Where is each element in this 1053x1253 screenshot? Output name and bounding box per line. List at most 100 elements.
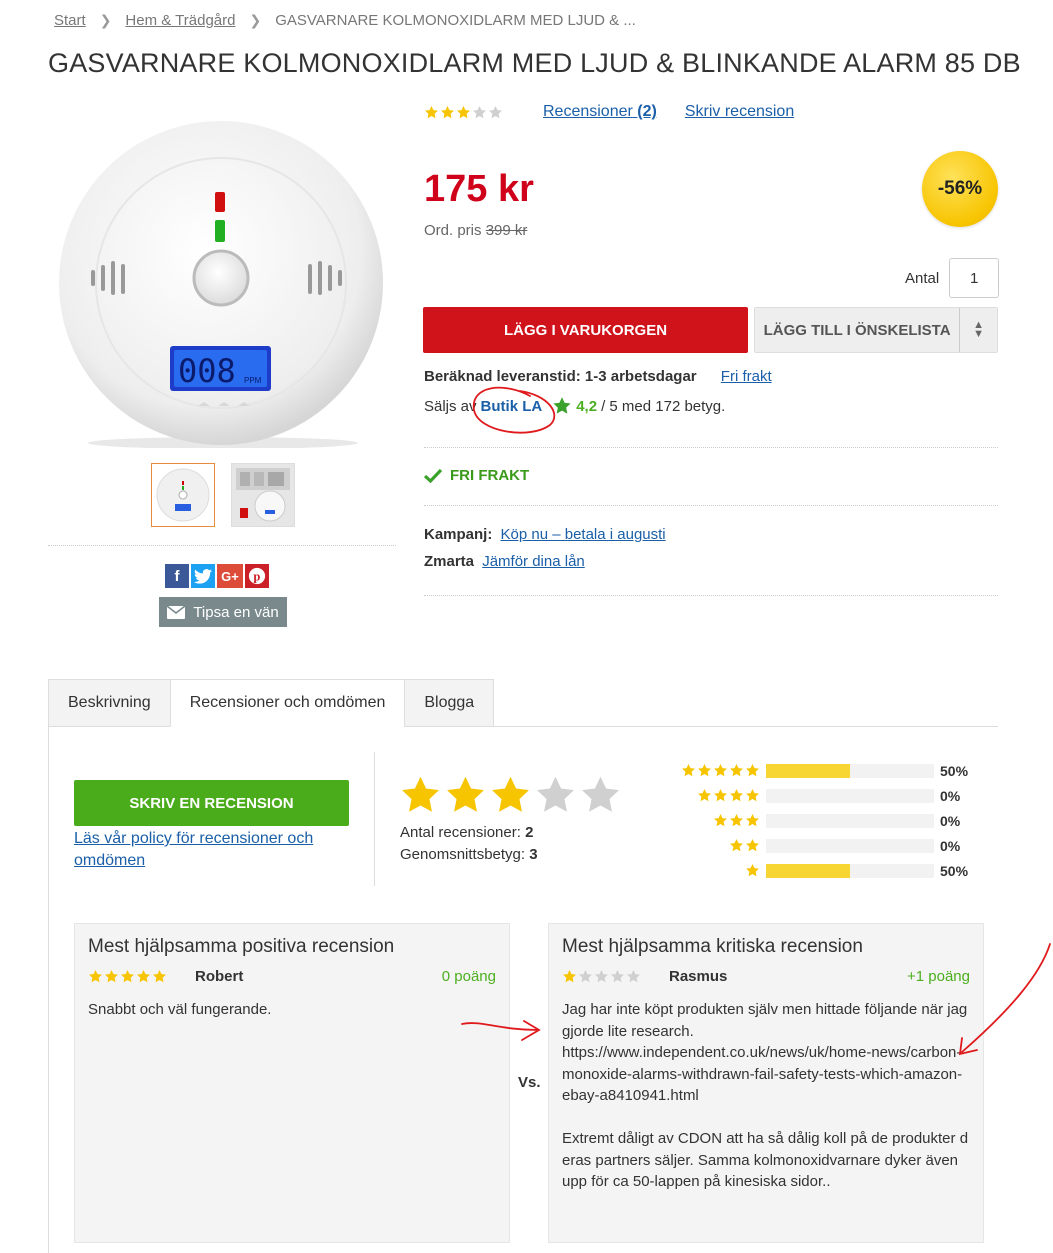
checkmark-icon — [424, 468, 442, 483]
critical-review-stars — [562, 969, 641, 984]
product-rating-stars — [424, 105, 503, 120]
chevron-right-icon: ❯ — [249, 12, 262, 28]
distribution-row-1: 50% — [640, 858, 980, 883]
star-icon — [714, 813, 727, 827]
distribution-bar-fill — [766, 763, 850, 778]
review-points: 0 poäng — [441, 968, 496, 985]
critical-review-card: Mest hjälpsamma kritiska recension Rasmu… — [548, 923, 984, 1243]
original-price: Ord. pris 399 kr — [424, 222, 528, 239]
star-icon — [137, 969, 150, 983]
write-review-link[interactable]: Skriv recension — [685, 103, 794, 121]
campaign-link[interactable]: Köp nu – betala i augusti — [501, 526, 666, 543]
wishlist-label: LÄGG TILL I ÖNSKELISTA — [763, 321, 951, 339]
breadcrumb-current: GASVARNARE KOLMONOXIDLARM MED LJUD & ... — [275, 12, 636, 29]
thumbnail-2[interactable] — [231, 463, 295, 527]
star-icon — [746, 763, 759, 777]
review-text: Jag har inte köpt produkten själv men hi… — [562, 1001, 969, 1190]
distribution-percent: 0% — [940, 787, 961, 804]
star-icon — [746, 863, 759, 877]
star-icon — [492, 776, 529, 812]
review-policy-link[interactable]: Läs vår policy för recensioner och omdöm… — [74, 828, 334, 872]
review-author: Rasmus — [669, 968, 728, 985]
review-text: Snabbt och väl fungerande. — [88, 1001, 272, 1018]
distribution-bar — [766, 838, 934, 853]
star-icon — [89, 969, 102, 983]
star-icon — [489, 105, 502, 118]
distribution-stars — [640, 863, 766, 878]
star-icon — [582, 776, 619, 812]
social-share: f G+ p — [165, 564, 269, 588]
distribution-percent: 0% — [940, 837, 961, 854]
pinterest-icon[interactable]: p — [245, 564, 269, 588]
rating-distribution: 50% 0% 0% 0% 50% — [640, 758, 980, 883]
breadcrumb: Start ❯ Hem & Trädgård ❯ GASVARNARE KOLM… — [54, 12, 636, 29]
distribution-stars — [640, 788, 766, 803]
add-to-cart-button[interactable]: LÄGG I VARUKORGEN — [423, 307, 748, 353]
star-icon — [563, 969, 576, 983]
review-author: Robert — [195, 968, 244, 985]
googleplus-icon[interactable]: G+ — [217, 564, 243, 588]
critical-review-heading: Mest hjälpsamma kritiska recension — [562, 936, 863, 957]
delivery-info: Beräknad leveranstid: 1-3 arbetsdagar Fr… — [424, 368, 772, 385]
star-icon — [714, 788, 727, 802]
distribution-row-5: 50% — [640, 758, 980, 783]
distribution-stars — [640, 838, 766, 853]
star-icon — [746, 813, 759, 827]
product-main-image[interactable]: 008 PPM — [58, 118, 388, 449]
distribution-bar — [766, 863, 934, 878]
svg-text:008: 008 — [178, 352, 236, 390]
page-title: GASVARNARE KOLMONOXIDLARM MED LJUD & BLI… — [48, 48, 1021, 78]
tip-friend-label: Tipsa en vän — [193, 603, 279, 621]
free-shipping-badge: FRI FRAKT — [424, 467, 529, 484]
review-points: +1 poäng — [907, 968, 970, 985]
quantity-input[interactable] — [949, 258, 1000, 298]
distribution-bar-fill — [766, 863, 850, 878]
free-shipping-link[interactable]: Fri frakt — [721, 368, 772, 385]
tab-description[interactable]: Beskrivning — [48, 679, 171, 727]
star-icon — [579, 969, 592, 983]
tab-blog[interactable]: Blogga — [404, 679, 495, 727]
chevron-right-icon: ❯ — [99, 12, 112, 28]
tip-friend-button[interactable]: Tipsa en vän — [159, 597, 287, 627]
distribution-stars — [640, 813, 766, 828]
facebook-icon[interactable]: f — [165, 564, 189, 588]
campaign-row: Kampanj: Köp nu – betala i augusti — [424, 526, 666, 543]
vs-label: Vs. — [518, 1074, 541, 1091]
twitter-icon[interactable] — [191, 564, 215, 588]
svg-text:p: p — [253, 570, 260, 584]
star-icon — [730, 813, 743, 827]
distribution-row-3: 0% — [640, 808, 980, 833]
distribution-bar — [766, 813, 934, 828]
seller-link[interactable]: Butik LA — [481, 398, 543, 415]
star-icon — [698, 763, 711, 777]
distribution-row-4: 0% — [640, 783, 980, 808]
add-to-wishlist-button[interactable]: LÄGG TILL I ÖNSKELISTA ▲ ▼ — [754, 307, 998, 353]
star-icon — [611, 969, 624, 983]
wishlist-dropdown-toggle[interactable]: ▲ ▼ — [959, 308, 997, 352]
reviews-link[interactable]: Recensioner (2) — [543, 103, 657, 121]
product-price: 175 kr — [424, 168, 534, 210]
product-rating-row: Recensioner (2) Skriv recension — [424, 103, 794, 121]
star-icon — [714, 763, 727, 777]
caret-down-icon: ▼ — [973, 328, 985, 340]
star-icon — [698, 788, 711, 802]
tab-reviews[interactable]: Recensioner och omdömen — [169, 679, 406, 727]
star-icon — [627, 969, 640, 983]
product-tabs: Beskrivning Recensioner och omdömen Blog… — [48, 679, 495, 727]
zmarta-link[interactable]: Jämför dina lån — [482, 553, 585, 570]
star-icon — [595, 969, 608, 983]
distribution-bar — [766, 788, 934, 803]
breadcrumb-category-link[interactable]: Hem & Trädgård — [125, 12, 235, 29]
seller-info: Säljs av Butik LA 4,2 / 5 med 172 betyg. — [424, 397, 726, 415]
star-icon — [682, 763, 695, 777]
average-rating-stars — [399, 774, 622, 817]
distribution-percent: 50% — [940, 762, 969, 779]
star-icon — [730, 788, 743, 802]
envelope-icon — [167, 605, 186, 619]
breadcrumb-start-link[interactable]: Start — [54, 12, 86, 29]
star-icon — [553, 397, 571, 414]
star-icon — [457, 105, 470, 118]
svg-text:PPM: PPM — [244, 376, 262, 385]
write-review-button[interactable]: SKRIV EN RECENSION — [74, 780, 349, 826]
thumbnail-1[interactable] — [151, 463, 215, 527]
